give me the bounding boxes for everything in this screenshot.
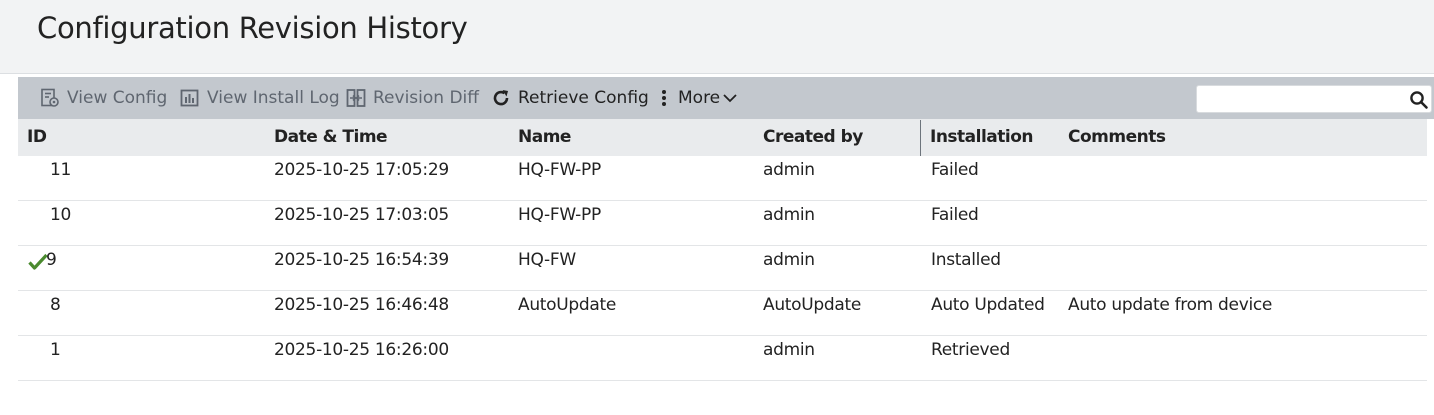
cell-installation: Auto Updated [931, 295, 1045, 315]
chevron-down-icon [723, 94, 737, 103]
view-config-icon [41, 88, 59, 107]
retrieve-config-button[interactable]: Retrieve Config [491, 77, 649, 119]
cell-installation: Installed [931, 250, 1001, 270]
cell-id: 11 [50, 160, 72, 180]
cell-id: 8 [50, 295, 61, 315]
cell-created-by: admin [763, 250, 815, 270]
refresh-icon [493, 90, 509, 106]
table-row[interactable]: 9 2025-10-25 16:54:39 HQ-FW admin Instal… [18, 246, 1427, 291]
table-row[interactable]: 1 2025-10-25 16:26:00 admin Retrieved [18, 336, 1427, 381]
cell-name: AutoUpdate [518, 295, 617, 315]
table-header: ID Date & Time Name Created by Installat… [18, 119, 1427, 156]
column-resize-handle[interactable] [920, 120, 921, 156]
cell-installation: Retrieved [931, 340, 1010, 360]
cell-id: 10 [50, 205, 72, 225]
more-label: More [678, 88, 721, 108]
table-row[interactable]: 11 2025-10-25 17:05:29 HQ-FW-PP admin Fa… [18, 156, 1427, 201]
view-config-button[interactable]: View Config [40, 77, 167, 119]
cell-date-time: 2025-10-25 16:46:48 [274, 295, 449, 315]
revision-diff-label: Revision Diff [373, 88, 479, 108]
column-header-comments[interactable]: Comments [1068, 119, 1166, 156]
cell-created-by: admin [763, 160, 815, 180]
page-header: Configuration Revision History [0, 0, 1434, 74]
cell-date-time: 2025-10-25 17:05:29 [274, 160, 449, 180]
column-header-installation[interactable]: Installation [930, 119, 1034, 156]
cell-comments: Auto update from device [1068, 295, 1273, 315]
kebab-icon [662, 90, 666, 106]
cell-created-by: AutoUpdate [763, 295, 862, 315]
column-header-id[interactable]: ID [27, 119, 47, 156]
search-input[interactable] [1197, 86, 1409, 112]
column-header-date-time[interactable]: Date & Time [274, 119, 388, 156]
column-header-name[interactable]: Name [518, 119, 571, 156]
install-log-icon [180, 89, 199, 107]
cell-created-by: admin [763, 205, 815, 225]
view-install-log-label: View Install Log [207, 88, 340, 108]
retrieve-config-label: Retrieve Config [518, 88, 649, 108]
column-header-created-by[interactable]: Created by [763, 119, 863, 156]
table-row[interactable]: 10 2025-10-25 17:03:05 HQ-FW-PP admin Fa… [18, 201, 1427, 246]
cell-created-by: admin [763, 340, 815, 360]
revision-diff-button[interactable]: Revision Diff [346, 77, 479, 119]
table-row[interactable]: 8 2025-10-25 16:46:48 AutoUpdate AutoUpd… [18, 291, 1427, 336]
checkmark-icon [28, 253, 48, 270]
toolbar: View Config View Install Log Revision Di… [18, 77, 1434, 119]
search-icon[interactable] [1409, 90, 1429, 110]
cell-id: 1 [50, 340, 61, 360]
cell-date-time: 2025-10-25 16:54:39 [274, 250, 449, 270]
cell-installation: Failed [931, 205, 979, 225]
page-title: Configuration Revision History [37, 11, 468, 45]
cell-date-time: 2025-10-25 17:03:05 [274, 205, 449, 225]
cell-name: HQ-FW-PP [518, 160, 601, 180]
more-dropdown[interactable]: More [658, 77, 738, 119]
cell-name: HQ-FW [518, 250, 576, 270]
view-config-label: View Config [67, 88, 168, 108]
view-install-log-button[interactable]: View Install Log [180, 77, 340, 119]
cell-installation: Failed [931, 160, 979, 180]
revision-diff-icon [346, 89, 366, 107]
cell-date-time: 2025-10-25 16:26:00 [274, 340, 449, 360]
search-box [1196, 85, 1432, 113]
cell-name: HQ-FW-PP [518, 205, 601, 225]
cell-id: 9 [46, 250, 57, 270]
